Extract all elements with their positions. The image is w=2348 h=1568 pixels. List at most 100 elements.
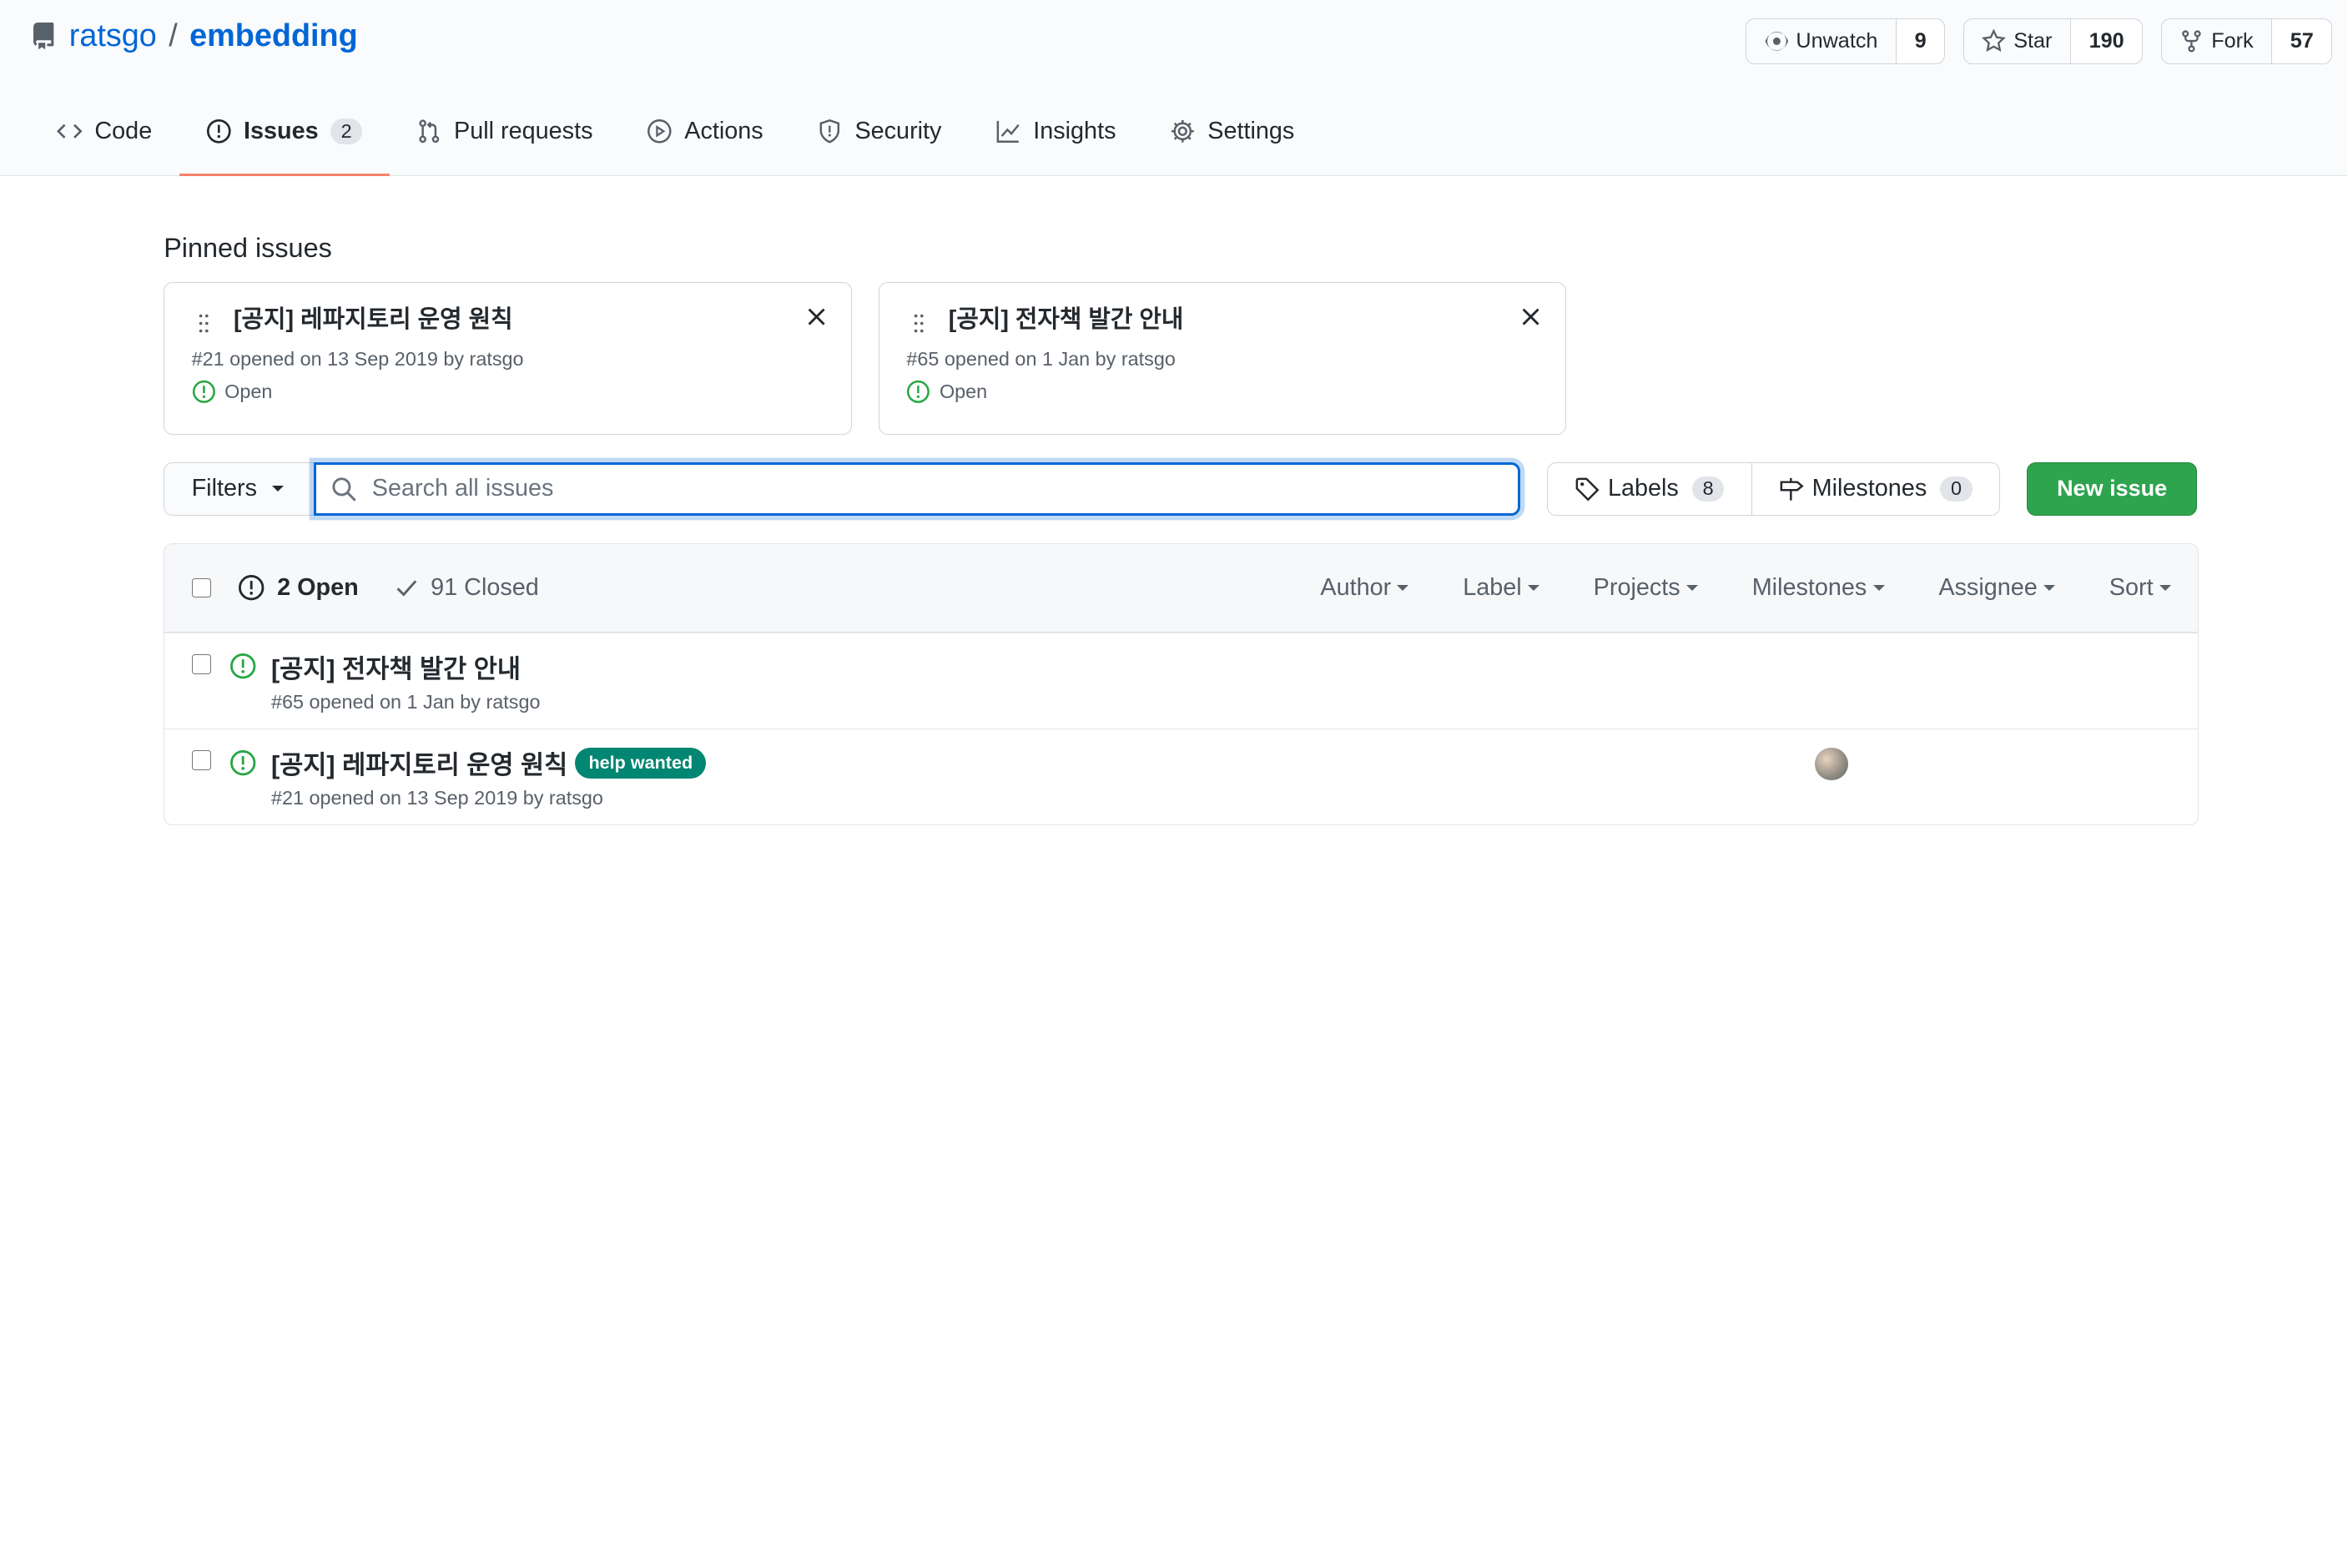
labels-milestones-group: Labels 8 Milestones 0 [1546, 461, 2001, 517]
repo-actions: Unwatch 9 Star 190 Fork 57 [1746, 18, 2333, 65]
issue-row: [공지] 전자책 발간 안내 #65 opened on 1 Jan by ra… [164, 632, 2199, 729]
forks-count[interactable]: 57 [2271, 18, 2332, 64]
sort-dropdown-label: Sort [2109, 573, 2154, 601]
milestones-filter-label: Milestones [1751, 573, 1867, 601]
tag-icon [1575, 477, 1600, 502]
sort-dropdown[interactable]: Sort [2109, 574, 2171, 602]
star-button-group: Star 190 [1963, 18, 2144, 65]
issue-meta: #65 opened on 1 Jan by ratsgo [270, 691, 541, 713]
pinned-issue-status: Open [906, 380, 1539, 404]
pinned-issue-meta: #65 opened on 1 Jan by ratsgo [906, 348, 1176, 371]
assignee-filter-label: Assignee [1938, 573, 2038, 601]
tab-pull-requests[interactable]: Pull requests [390, 88, 620, 174]
label-filter-label: Label [1463, 573, 1522, 601]
tab-pull-requests-label: Pull requests [454, 117, 593, 144]
tab-settings[interactable]: Settings [1143, 88, 1322, 174]
shield-icon [819, 119, 840, 144]
search-input[interactable] [371, 475, 1423, 503]
code-icon [57, 124, 83, 139]
stargazers-count[interactable]: 190 [2070, 18, 2143, 64]
closed-issues-link[interactable]: 91 Closed [395, 574, 539, 602]
close-icon[interactable] [806, 306, 827, 327]
play-icon [647, 119, 672, 144]
repo-title: ratsgo / embedding [30, 18, 358, 54]
issue-meta: #21 opened on 13 Sep 2019 by ratsgo [270, 787, 603, 809]
tab-insights-label: Insights [1033, 117, 1116, 144]
issue-opened-icon [192, 381, 215, 404]
fork-button-group: Fork 57 [2160, 18, 2333, 65]
star-button[interactable]: Star [1964, 19, 2070, 64]
gear-icon [1171, 120, 1194, 143]
unwatch-label: Unwatch [1796, 28, 1878, 53]
issue-title-link[interactable]: [공지] 레파지토리 운영 원칙 [271, 744, 567, 781]
author-filter-label: Author [1320, 573, 1392, 601]
label-filter[interactable]: Label [1463, 574, 1539, 602]
assignee-avatar[interactable] [1815, 747, 1848, 781]
issue-title-row: [공지] 전자책 발간 안내 [271, 648, 541, 685]
pinned-issue-status: Open [192, 380, 824, 404]
unwatch-button[interactable]: Unwatch [1746, 19, 1896, 64]
git-pull-request-icon [419, 119, 440, 144]
watchers-count[interactable]: 9 [1896, 18, 1945, 64]
pinned-issue-card[interactable]: [공지] 레파지토리 운영 원칙 #21 opened on 13 Sep 20… [164, 281, 852, 436]
issue-opened-icon [907, 381, 930, 404]
issue-checkbox[interactable] [191, 750, 211, 770]
milestones-link[interactable]: Milestones 0 [1751, 462, 1999, 516]
fork-label: Fork [2211, 28, 2254, 53]
milestones-filter[interactable]: Milestones [1752, 574, 1885, 602]
issue-opened-icon [229, 749, 255, 775]
tab-issues[interactable]: Issues 2 [179, 88, 390, 177]
issue-opened-icon [229, 653, 255, 679]
fork-button[interactable]: Fork [2162, 19, 2271, 64]
eye-icon [1765, 32, 1788, 51]
caret-down-icon [1527, 584, 1539, 591]
issue-checkbox[interactable] [191, 654, 211, 674]
grabber-icon[interactable] [913, 313, 925, 334]
issue-opened-icon [239, 575, 265, 601]
issue-main: [공지] 레파지토리 운영 원칙 help wanted #21 opened … [270, 744, 707, 824]
label-help-wanted[interactable]: help wanted [575, 747, 707, 779]
issues-count-badge: 2 [330, 118, 363, 144]
pinned-issues-heading: Pinned issues [164, 232, 332, 263]
new-issue-button[interactable]: New issue [2027, 461, 2197, 517]
close-icon[interactable] [1520, 306, 1541, 327]
check-icon [396, 580, 417, 597]
pinned-issue-title[interactable]: [공지] 레파지토리 운영 원칙 [234, 300, 824, 335]
caret-down-icon [2043, 584, 2055, 591]
closed-issues-label: 91 Closed [431, 573, 539, 601]
issue-opened-icon [206, 119, 231, 144]
tab-security-label: Security [854, 117, 942, 144]
issue-sort-filters: Author Label Projects Milestones Assigne… [1320, 573, 2171, 602]
pinned-issues-list: [공지] 레파지토리 운영 원칙 #21 opened on 13 Sep 20… [164, 281, 2199, 436]
tab-code[interactable]: Code [30, 88, 179, 174]
projects-filter[interactable]: Projects [1594, 574, 1698, 602]
open-issues-link[interactable]: 2 Open [238, 574, 359, 602]
labels-link[interactable]: Labels 8 [1548, 463, 1751, 516]
tab-security[interactable]: Security [790, 88, 969, 174]
repo-separator: / [169, 18, 178, 53]
repo-header: ratsgo / embedding Unwatch 9 Star 190 Fo… [0, 0, 2348, 177]
star-icon [1982, 29, 2007, 53]
assignee-filter[interactable]: Assignee [1938, 574, 2055, 602]
milestones-count: 0 [1940, 476, 1973, 502]
issues-page: ratsgo / embedding Unwatch 9 Star 190 Fo… [0, 0, 2348, 871]
issues-list-header: 2 Open 91 Closed Author Label Projects M… [164, 543, 2199, 633]
select-all-checkbox[interactable] [191, 577, 211, 598]
pinned-issue-title[interactable]: [공지] 전자책 발간 안내 [949, 300, 1539, 335]
search-icon [332, 477, 356, 502]
repo-forked-icon [2182, 30, 2202, 53]
milestones-label: Milestones [1811, 475, 1927, 502]
filters-dropdown[interactable]: Filters [164, 461, 315, 517]
repo-name-link[interactable]: embedding [189, 18, 358, 54]
tab-actions[interactable]: Actions [620, 88, 790, 174]
author-filter[interactable]: Author [1320, 573, 1409, 602]
grabber-icon[interactable] [198, 313, 209, 334]
caret-down-icon [1872, 584, 1885, 591]
repo-nav-tabs: Code Issues 2 Pull requests Actions Secu… [30, 88, 1322, 177]
tab-insights[interactable]: Insights [969, 88, 1143, 174]
pinned-issue-status-label: Open [224, 381, 273, 403]
issue-title-link[interactable]: [공지] 전자책 발간 안내 [271, 648, 521, 685]
repo-owner-link[interactable]: ratsgo [69, 18, 157, 54]
labels-count: 8 [1692, 476, 1725, 502]
pinned-issue-card[interactable]: [공지] 전자책 발간 안내 #65 opened on 1 Jan by ra… [878, 281, 1567, 436]
